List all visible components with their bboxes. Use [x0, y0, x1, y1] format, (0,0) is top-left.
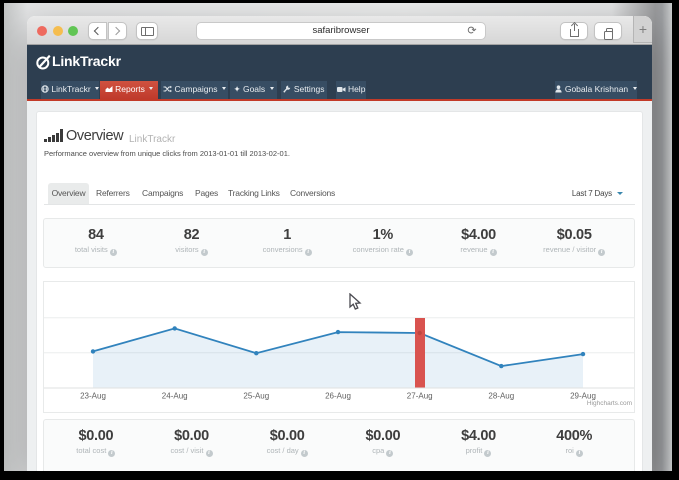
svg-text:26-Aug: 26-Aug: [325, 392, 351, 401]
svg-text:25-Aug: 25-Aug: [243, 392, 269, 401]
svg-text:23-Aug: 23-Aug: [80, 392, 106, 401]
svg-text:28-Aug: 28-Aug: [488, 392, 514, 401]
svg-text:24-Aug: 24-Aug: [162, 392, 188, 401]
svg-text:27-Aug: 27-Aug: [407, 392, 433, 401]
